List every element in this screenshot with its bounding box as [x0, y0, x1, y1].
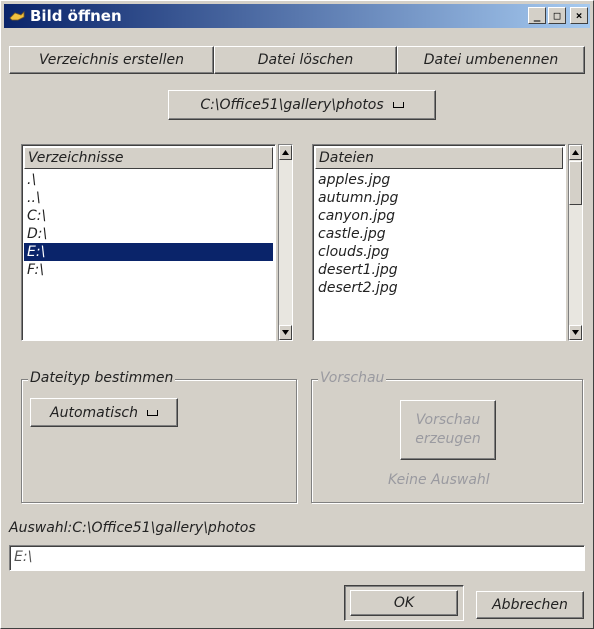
- filetype-group: Dateityp bestimmen Automatisch: [21, 370, 297, 503]
- ok-button-frame[interactable]: OK: [344, 585, 464, 621]
- scroll-down-icon[interactable]: [569, 325, 582, 340]
- delete-file-button[interactable]: Datei löschen: [214, 46, 397, 74]
- title-bar[interactable]: Bild öffnen _ □ ×: [4, 4, 590, 28]
- scroll-thumb[interactable]: [569, 161, 582, 205]
- preview-status: Keine Auswahl: [388, 472, 490, 488]
- open-image-dialog: Bild öffnen _ □ × Verzeichnis erstellen …: [0, 0, 594, 629]
- dropdown-arrow-icon: [146, 409, 158, 416]
- file-list-item[interactable]: desert2.jpg: [315, 279, 563, 297]
- create-directory-button[interactable]: Verzeichnis erstellen: [9, 46, 214, 74]
- generate-preview-line2: erzeugen: [415, 431, 481, 447]
- scroll-up-icon[interactable]: [279, 145, 292, 160]
- selection-input[interactable]: E:\: [9, 545, 585, 571]
- directory-list-header: Verzeichnisse: [24, 147, 273, 169]
- filetype-dropdown-value: Automatisch: [50, 404, 138, 421]
- path-dropdown[interactable]: C:\Office51\gallery\photos: [168, 90, 436, 120]
- directory-list[interactable]: Verzeichnisse .\ ..\ C:\ D:\ E:\ F:\: [21, 144, 276, 341]
- directory-list-item[interactable]: D:\: [24, 225, 273, 243]
- preview-group: Vorschau Vorschau erzeugen Keine Auswahl: [311, 370, 583, 503]
- directory-list-item[interactable]: ..\: [24, 189, 273, 207]
- scroll-up-icon[interactable]: [569, 145, 582, 160]
- directory-list-item[interactable]: E:\: [24, 243, 273, 261]
- dropdown-arrow-icon: [392, 102, 404, 108]
- maximize-button[interactable]: □: [548, 7, 566, 24]
- file-list-header: Dateien: [315, 147, 563, 169]
- scroll-down-icon[interactable]: [279, 325, 292, 340]
- file-list-item[interactable]: clouds.jpg: [315, 243, 563, 261]
- directory-list-item[interactable]: F:\: [24, 261, 273, 279]
- file-scrollbar[interactable]: [568, 144, 583, 341]
- file-list-item[interactable]: canyon.jpg: [315, 207, 563, 225]
- file-list-item[interactable]: apples.jpg: [315, 171, 563, 189]
- preview-legend: Vorschau: [318, 370, 387, 386]
- filetype-dropdown[interactable]: Automatisch: [30, 398, 178, 427]
- file-list-item[interactable]: castle.jpg: [315, 225, 563, 243]
- directory-list-item[interactable]: .\: [24, 171, 273, 189]
- cancel-button[interactable]: Abbrechen: [476, 591, 584, 619]
- app-icon: [8, 9, 26, 23]
- rename-file-button[interactable]: Datei umbenennen: [397, 46, 585, 74]
- selection-label: Auswahl:C:\Office51\gallery\photos: [9, 520, 256, 536]
- window-title: Bild öffnen: [30, 7, 122, 25]
- file-list[interactable]: Dateien apples.jpg autumn.jpg canyon.jpg ca…: [312, 144, 566, 341]
- path-dropdown-value: C:\Office51\gallery\photos: [200, 97, 384, 113]
- directory-list-item[interactable]: C:\: [24, 207, 273, 225]
- directory-scrollbar[interactable]: [278, 144, 293, 341]
- file-list-item[interactable]: autumn.jpg: [315, 189, 563, 207]
- minimize-button[interactable]: _: [528, 7, 546, 24]
- ok-button[interactable]: OK: [350, 590, 458, 616]
- file-list-item[interactable]: desert1.jpg: [315, 261, 563, 279]
- generate-preview-button: Vorschau erzeugen: [400, 400, 496, 460]
- generate-preview-line1: Vorschau: [415, 412, 481, 428]
- close-button[interactable]: ×: [570, 7, 588, 24]
- filetype-legend: Dateityp bestimmen: [28, 370, 176, 386]
